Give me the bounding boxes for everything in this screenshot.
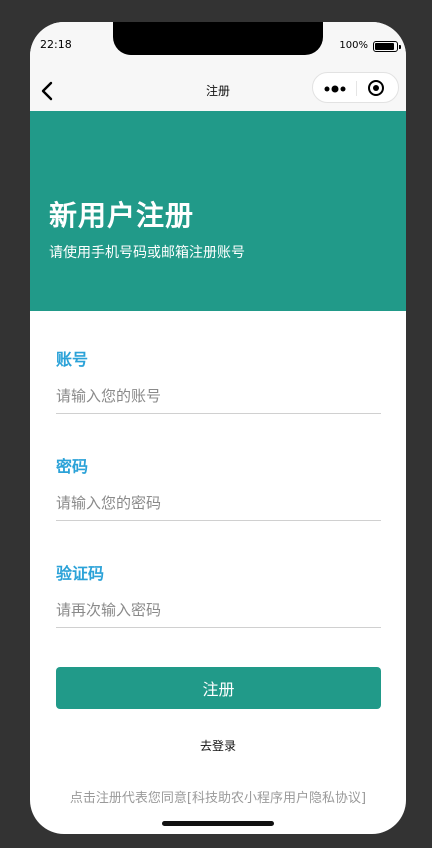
privacy-agreement-text[interactable]: 点击注册代表您同意[科技助农小程序用户隐私协议]	[30, 787, 406, 806]
phone-frame: 22:18 100% 注册 新用户注册 请使用手机号码或邮箱注册账号 账号 请输…	[30, 22, 406, 834]
header-banner: 新用户注册 请使用手机号码或邮箱注册账号	[30, 111, 406, 311]
register-button[interactable]: 注册	[56, 667, 381, 709]
password-label: 密码	[56, 457, 89, 476]
capsule-divider	[356, 81, 357, 96]
battery-icon	[373, 41, 401, 52]
camera-notch	[113, 22, 323, 55]
banner-subtitle: 请使用手机号码或邮箱注册账号	[49, 245, 245, 261]
battery-percentage: 100%	[339, 40, 368, 51]
more-dots-icon[interactable]	[323, 81, 351, 95]
home-indicator	[162, 821, 274, 826]
navigation-bar: 注册	[30, 70, 406, 111]
status-time: 22:18	[40, 38, 72, 51]
mini-program-capsule	[312, 72, 399, 103]
account-input[interactable]	[56, 378, 381, 414]
password-field: 密码	[56, 453, 381, 533]
verification-label: 验证码	[56, 564, 105, 583]
banner-title: 新用户注册	[49, 199, 195, 232]
password-input[interactable]	[56, 485, 381, 521]
verification-field: 验证码	[56, 560, 381, 640]
account-field: 账号	[56, 346, 381, 426]
battery-fill	[375, 43, 394, 50]
verification-input[interactable]	[56, 592, 381, 628]
target-circle-icon[interactable]	[367, 79, 385, 97]
go-login-link[interactable]: 去登录	[30, 737, 406, 754]
battery-tip	[399, 44, 401, 49]
account-label: 账号	[56, 350, 89, 369]
